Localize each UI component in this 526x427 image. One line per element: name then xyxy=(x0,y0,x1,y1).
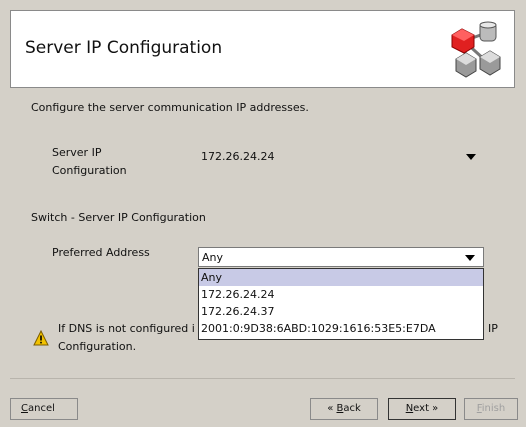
cancel-label: ancel xyxy=(27,403,55,414)
footer-divider xyxy=(10,378,515,379)
preferred-address-label: Preferred Address xyxy=(52,246,150,259)
back-label: ack xyxy=(343,403,361,414)
finish-label: inish xyxy=(481,403,506,414)
server-network-logo-icon xyxy=(451,21,501,78)
server-ip-select[interactable]: 172.26.24.24 xyxy=(198,147,484,167)
warning-text-line2: Configuration. xyxy=(58,340,137,353)
dropdown-option[interactable]: 2001:0:9D38:6ABD:1029:1616:53E5:E7DA xyxy=(199,320,483,337)
preferred-address-select[interactable]: Any xyxy=(198,247,484,267)
dropdown-option[interactable]: 172.26.24.37 xyxy=(199,303,483,320)
next-button[interactable]: Next » xyxy=(388,398,456,420)
back-prefix: « xyxy=(327,403,337,414)
dropdown-option[interactable]: 172.26.24.24 xyxy=(199,286,483,303)
finish-button[interactable]: Finish xyxy=(464,398,518,420)
dropdown-option[interactable]: Any xyxy=(199,269,483,286)
chevron-down-icon[interactable] xyxy=(465,255,475,261)
preferred-address-dropdown-list[interactable]: Any 172.26.24.24 172.26.24.37 2001:0:9D3… xyxy=(198,268,484,340)
cancel-mnemonic: C xyxy=(21,403,28,414)
page-title: Server IP Configuration xyxy=(25,38,223,58)
warning-icon xyxy=(33,330,49,346)
warning-text-start: If DNS is not configured i xyxy=(58,322,195,335)
back-button[interactable]: « Back xyxy=(310,398,378,420)
switch-section-label: Switch - Server IP Configuration xyxy=(31,211,206,224)
server-ip-label-2: Configuration xyxy=(52,164,127,177)
cancel-button[interactable]: Cancel xyxy=(10,398,78,420)
chevron-down-icon[interactable] xyxy=(466,154,476,160)
wizard-header: Server IP Configuration xyxy=(10,10,515,88)
warning-text-end: IP xyxy=(488,322,498,335)
preferred-address-select-value: Any xyxy=(202,251,224,264)
server-ip-select-value: 172.26.24.24 xyxy=(201,150,275,163)
next-label: ext » xyxy=(413,403,439,414)
intro-text: Configure the server communication IP ad… xyxy=(31,101,309,114)
server-ip-label-1: Server IP xyxy=(52,146,102,159)
